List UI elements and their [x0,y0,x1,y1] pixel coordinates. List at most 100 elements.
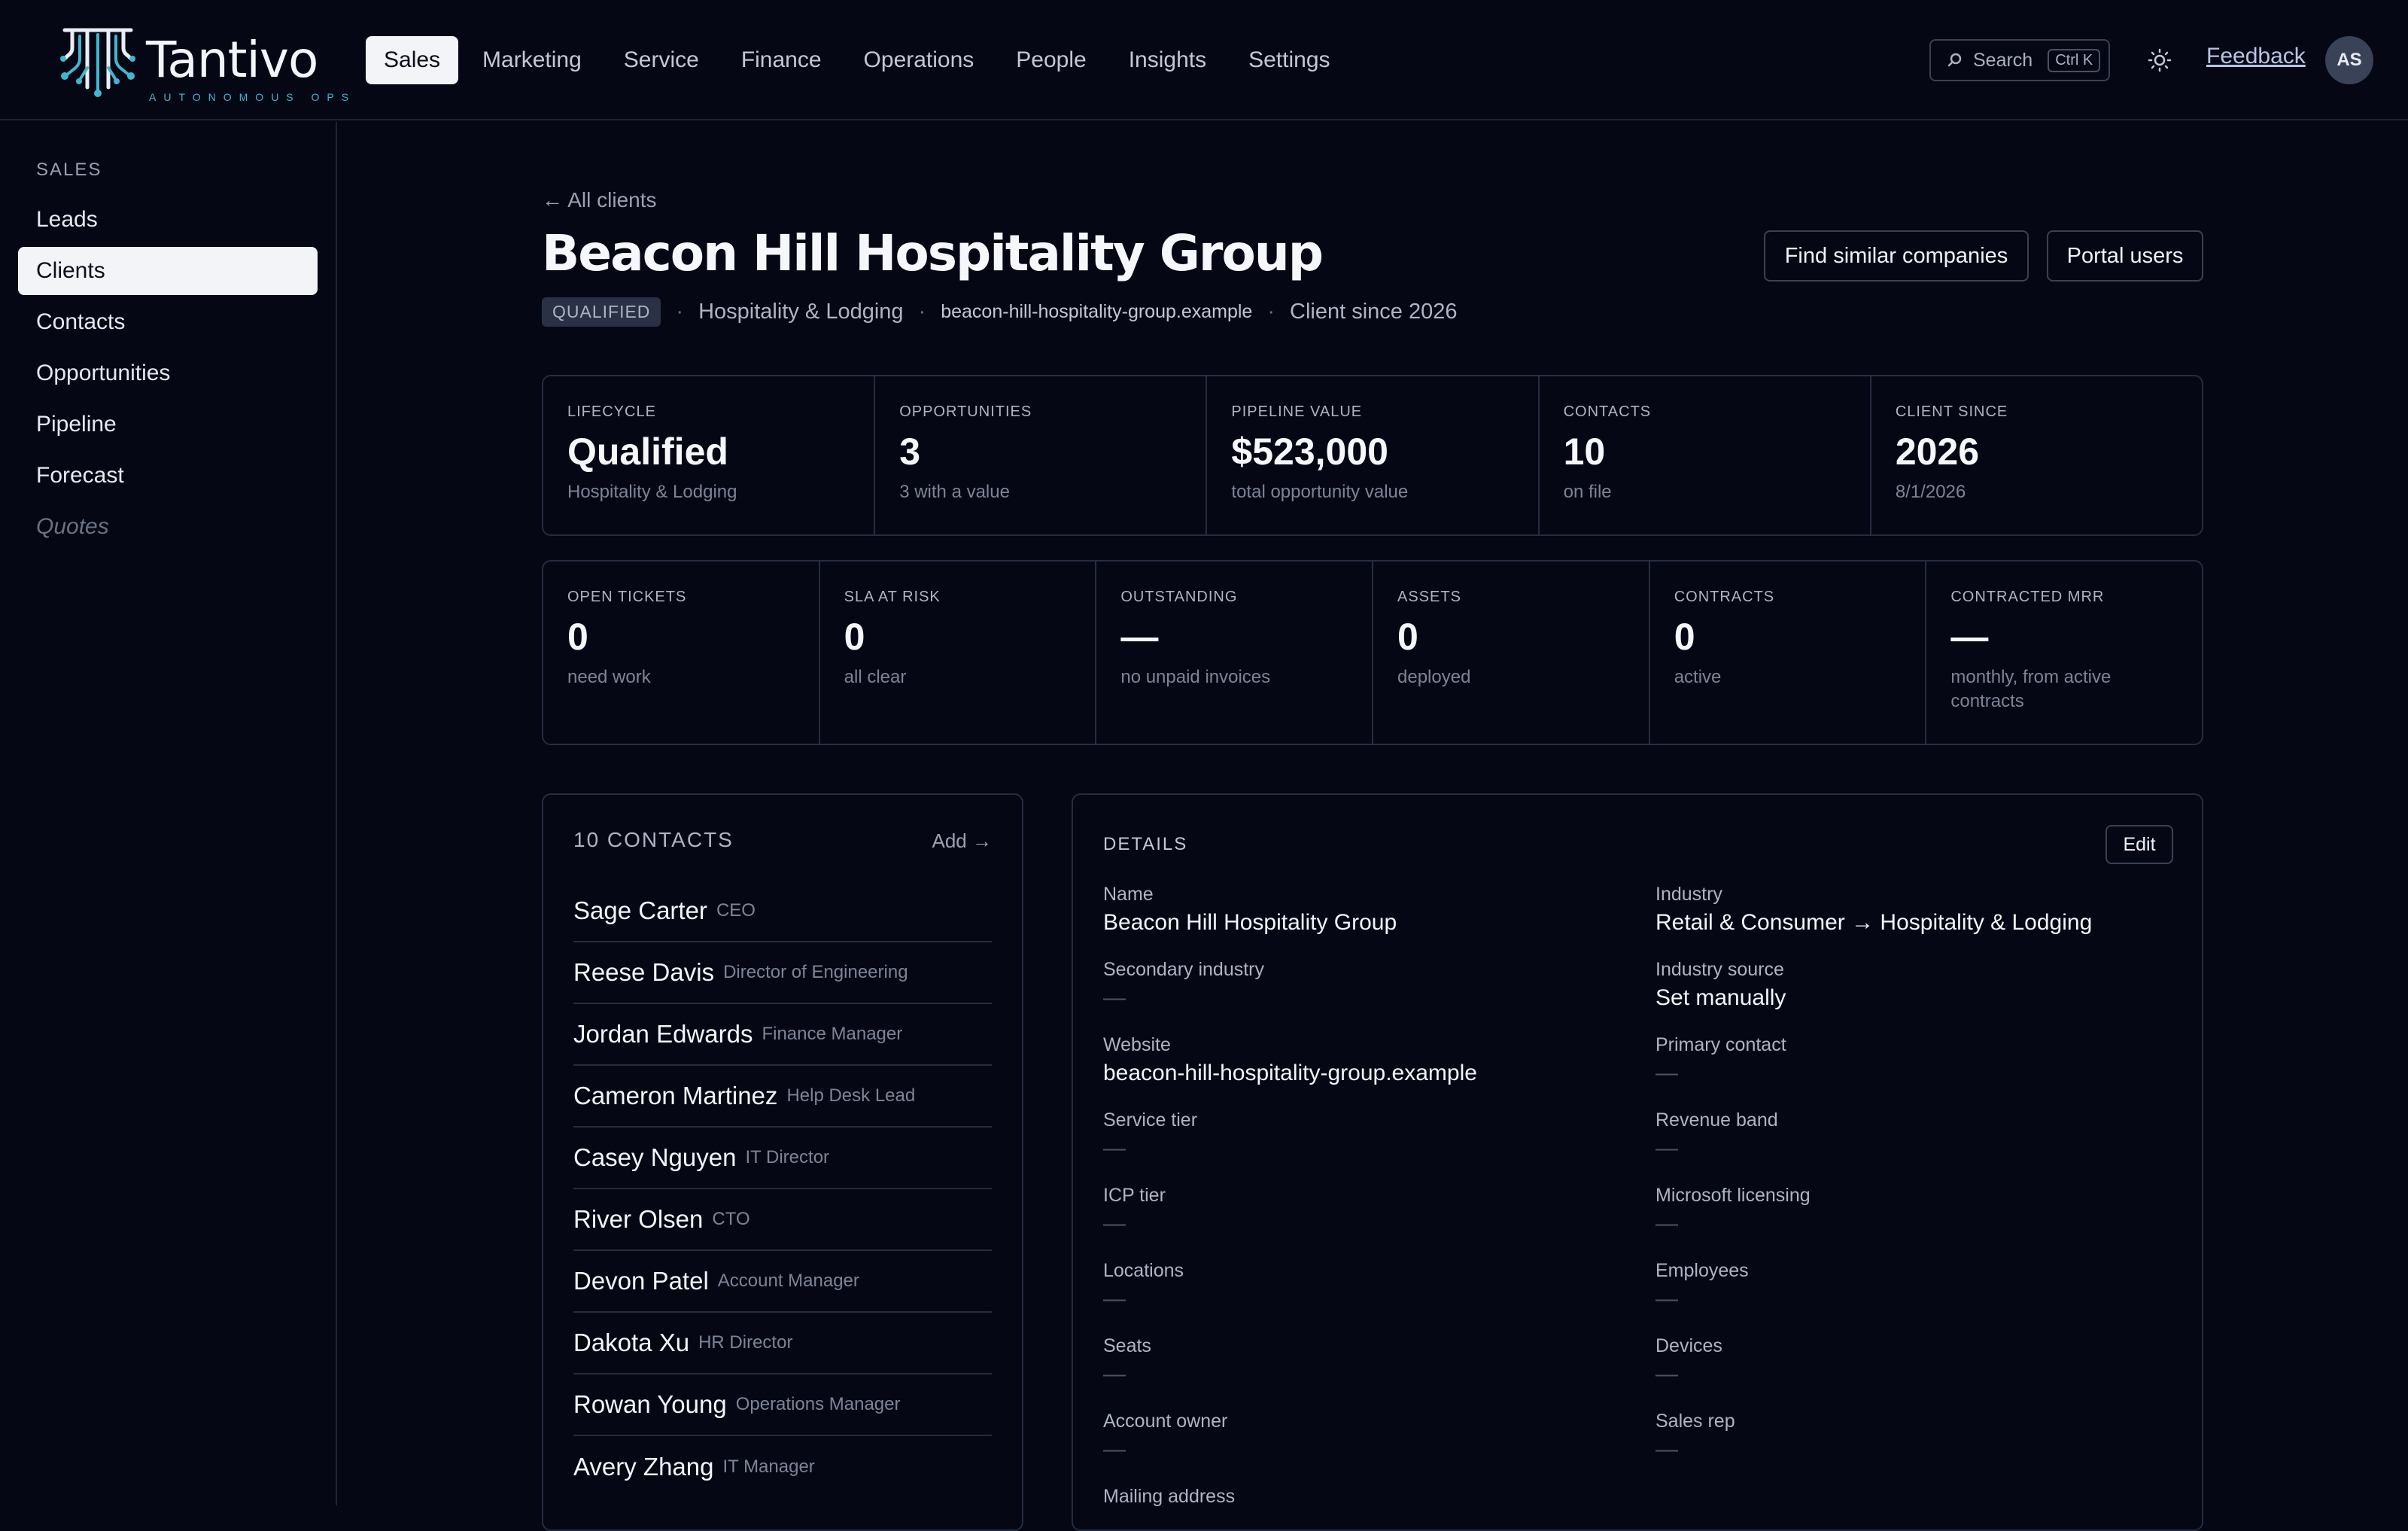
nav-insights[interactable]: Insights [1111,36,1224,84]
contact-name: Avery Zhang [573,1453,714,1481]
stat-label: CLIENT SINCE [1895,403,2008,420]
stat-label: CONTRACTED MRR [1950,589,2105,605]
stat-open-tickets: OPEN TICKETS 0 need work [543,562,820,744]
field-value: Retail & Consumer → Hospitality & Lodgin… [1655,910,2093,935]
contact-row[interactable]: Avery Zhang IT Manager [573,1436,992,1498]
stat-value: $523,000 [1231,431,1388,473]
sidebar-item-leads[interactable]: Leads [18,196,318,244]
field-label: Revenue band [1655,1109,1778,1131]
field-service-tier: Service tier — [1103,1109,1197,1161]
field-account-owner: Account owner — [1103,1411,1227,1463]
field-name: Name Beacon Hill Hospitality Group [1103,884,1397,936]
stat-sub: deployed [1397,667,1471,687]
stat-sla-at-risk: SLA AT RISK 0 all clear [820,562,1097,744]
sidebar-item-opportunities[interactable]: Opportunities [18,349,318,397]
details-panel: DETAILS Edit Name Beacon Hill Hospitalit… [1072,793,2203,1531]
sun-icon[interactable] [2145,45,2175,75]
field-industry-source: Industry source Set manually [1655,959,1786,1011]
field-seats: Seats — [1103,1335,1151,1387]
nav-people[interactable]: People [998,36,1104,84]
nav-sales[interactable]: Sales [366,36,459,84]
stat-sub: monthly, from active contracts [1950,667,2112,712]
field-value: — [1655,1437,1678,1462]
domain-text: beacon-hill-hospitality-group.example [941,300,1253,322]
stat-value: — [1120,616,1159,658]
field-label: Mailing address [1103,1486,1236,1507]
field-label: Locations [1103,1260,1184,1281]
nav-service[interactable]: Service [606,36,717,84]
field-label: Account owner [1103,1411,1228,1432]
avatar[interactable]: AS [2325,36,2373,84]
contact-row[interactable]: Dakota Xu HR Director [573,1313,992,1374]
sidebar-item-quotes[interactable]: Quotes [18,503,318,551]
sidebar-item-forecast[interactable]: Forecast [18,452,318,500]
feedback-link[interactable]: Feedback [2206,44,2306,69]
field-value: Set manually [1655,985,1786,1010]
contact-row[interactable]: Sage Carter CEO [573,881,992,942]
contact-row[interactable]: Devon Patel Account Manager [573,1251,992,1313]
contact-role: CEO [716,900,756,921]
search-icon [1947,53,1962,67]
contact-row[interactable]: Rowan Young Operations Manager [573,1374,992,1436]
contact-name: Rowan Young [573,1390,727,1418]
nav-marketing[interactable]: Marketing [464,36,600,84]
field-label: Employees [1655,1260,1749,1281]
contact-row[interactable]: Jordan Edwards Finance Manager [573,1004,992,1066]
stat-label: CONTRACTS [1674,589,1775,605]
stat-sub: all clear [844,667,907,687]
search-button[interactable]: Search Ctrl K [1929,39,2110,81]
field-label: Seats [1103,1335,1151,1356]
field-value: — [1103,985,1126,1010]
contact-name: Devon Patel [573,1267,709,1295]
field-value: Beacon Hill Hospitality Group [1103,910,1397,935]
stat-label: CONTACTS [1563,403,1652,420]
contact-row[interactable]: Cameron Martinez Help Desk Lead [573,1066,992,1128]
contact-role: Help Desk Lead [786,1085,916,1106]
contact-role: Director of Engineering [723,962,908,982]
field-label: Secondary industry [1103,959,1265,980]
field-value: — [1103,1437,1126,1462]
field-value: — [1103,1286,1126,1311]
field-value: — [1655,1211,1678,1236]
field-primary-contact: Primary contact — [1655,1034,1786,1086]
stat-label: LIFECYCLE [567,403,656,420]
nav-operations[interactable]: Operations [846,36,993,84]
edit-details-button[interactable]: Edit [2105,825,2173,864]
back-to-clients-link[interactable]: ← All clients [542,188,657,212]
field-label: Devices [1655,1335,1722,1356]
sidebar-item-pipeline[interactable]: Pipeline [18,400,318,449]
add-contact-link[interactable]: Add → [932,829,993,853]
contact-row[interactable]: Casey Nguyen IT Director [573,1128,992,1189]
brand-name: Tantivo [146,31,318,89]
contact-role: Finance Manager [762,1024,903,1044]
field-value: — [1655,1362,1678,1386]
stat-label: ASSETS [1397,589,1461,605]
nav-finance[interactable]: Finance [723,36,840,84]
contact-row[interactable]: Reese Davis Director of Engineering [573,942,992,1004]
stat-value: 2026 [1895,431,1980,473]
stat-contracted-mrr: CONTRACTED MRR — monthly, from active co… [1926,562,2202,744]
separator-dot: · [918,299,926,324]
contact-row[interactable]: River Olsen CTO [573,1189,992,1251]
portal-users-button[interactable]: Portal users [2047,230,2203,282]
contact-role: HR Director [698,1332,793,1353]
field-value: — [1103,1136,1126,1161]
nav-settings[interactable]: Settings [1230,36,1348,84]
field-label: Service tier [1103,1109,1198,1131]
field-sales-rep: Sales rep — [1655,1411,1735,1463]
stat-sub: 3 with a value [899,482,1010,502]
brand-logo[interactable]: Tantivo AUTONOMOUS OPS [54,23,348,103]
client-since-text: Client since 2026 [1290,299,1458,324]
sidebar-item-contacts[interactable]: Contacts [18,298,318,346]
sidebar: SALES Leads Clients Contacts Opportuniti… [0,122,337,1505]
sidebar-item-clients[interactable]: Clients [18,247,318,295]
field-label: Industry source [1655,959,1784,980]
field-label: Primary contact [1655,1034,1786,1055]
stat-contracts: CONTRACTS 0 active [1650,562,1927,744]
field-mailing-address: Mailing address [1103,1486,1235,1508]
find-similar-button[interactable]: Find similar companies [1764,230,2029,282]
stat-value: 0 [567,616,588,658]
field-label: Name [1103,884,1154,905]
stat-client-since: CLIENT SINCE 2026 8/1/2026 [1871,376,2202,534]
field-icp-tier: ICP tier — [1103,1185,1166,1237]
